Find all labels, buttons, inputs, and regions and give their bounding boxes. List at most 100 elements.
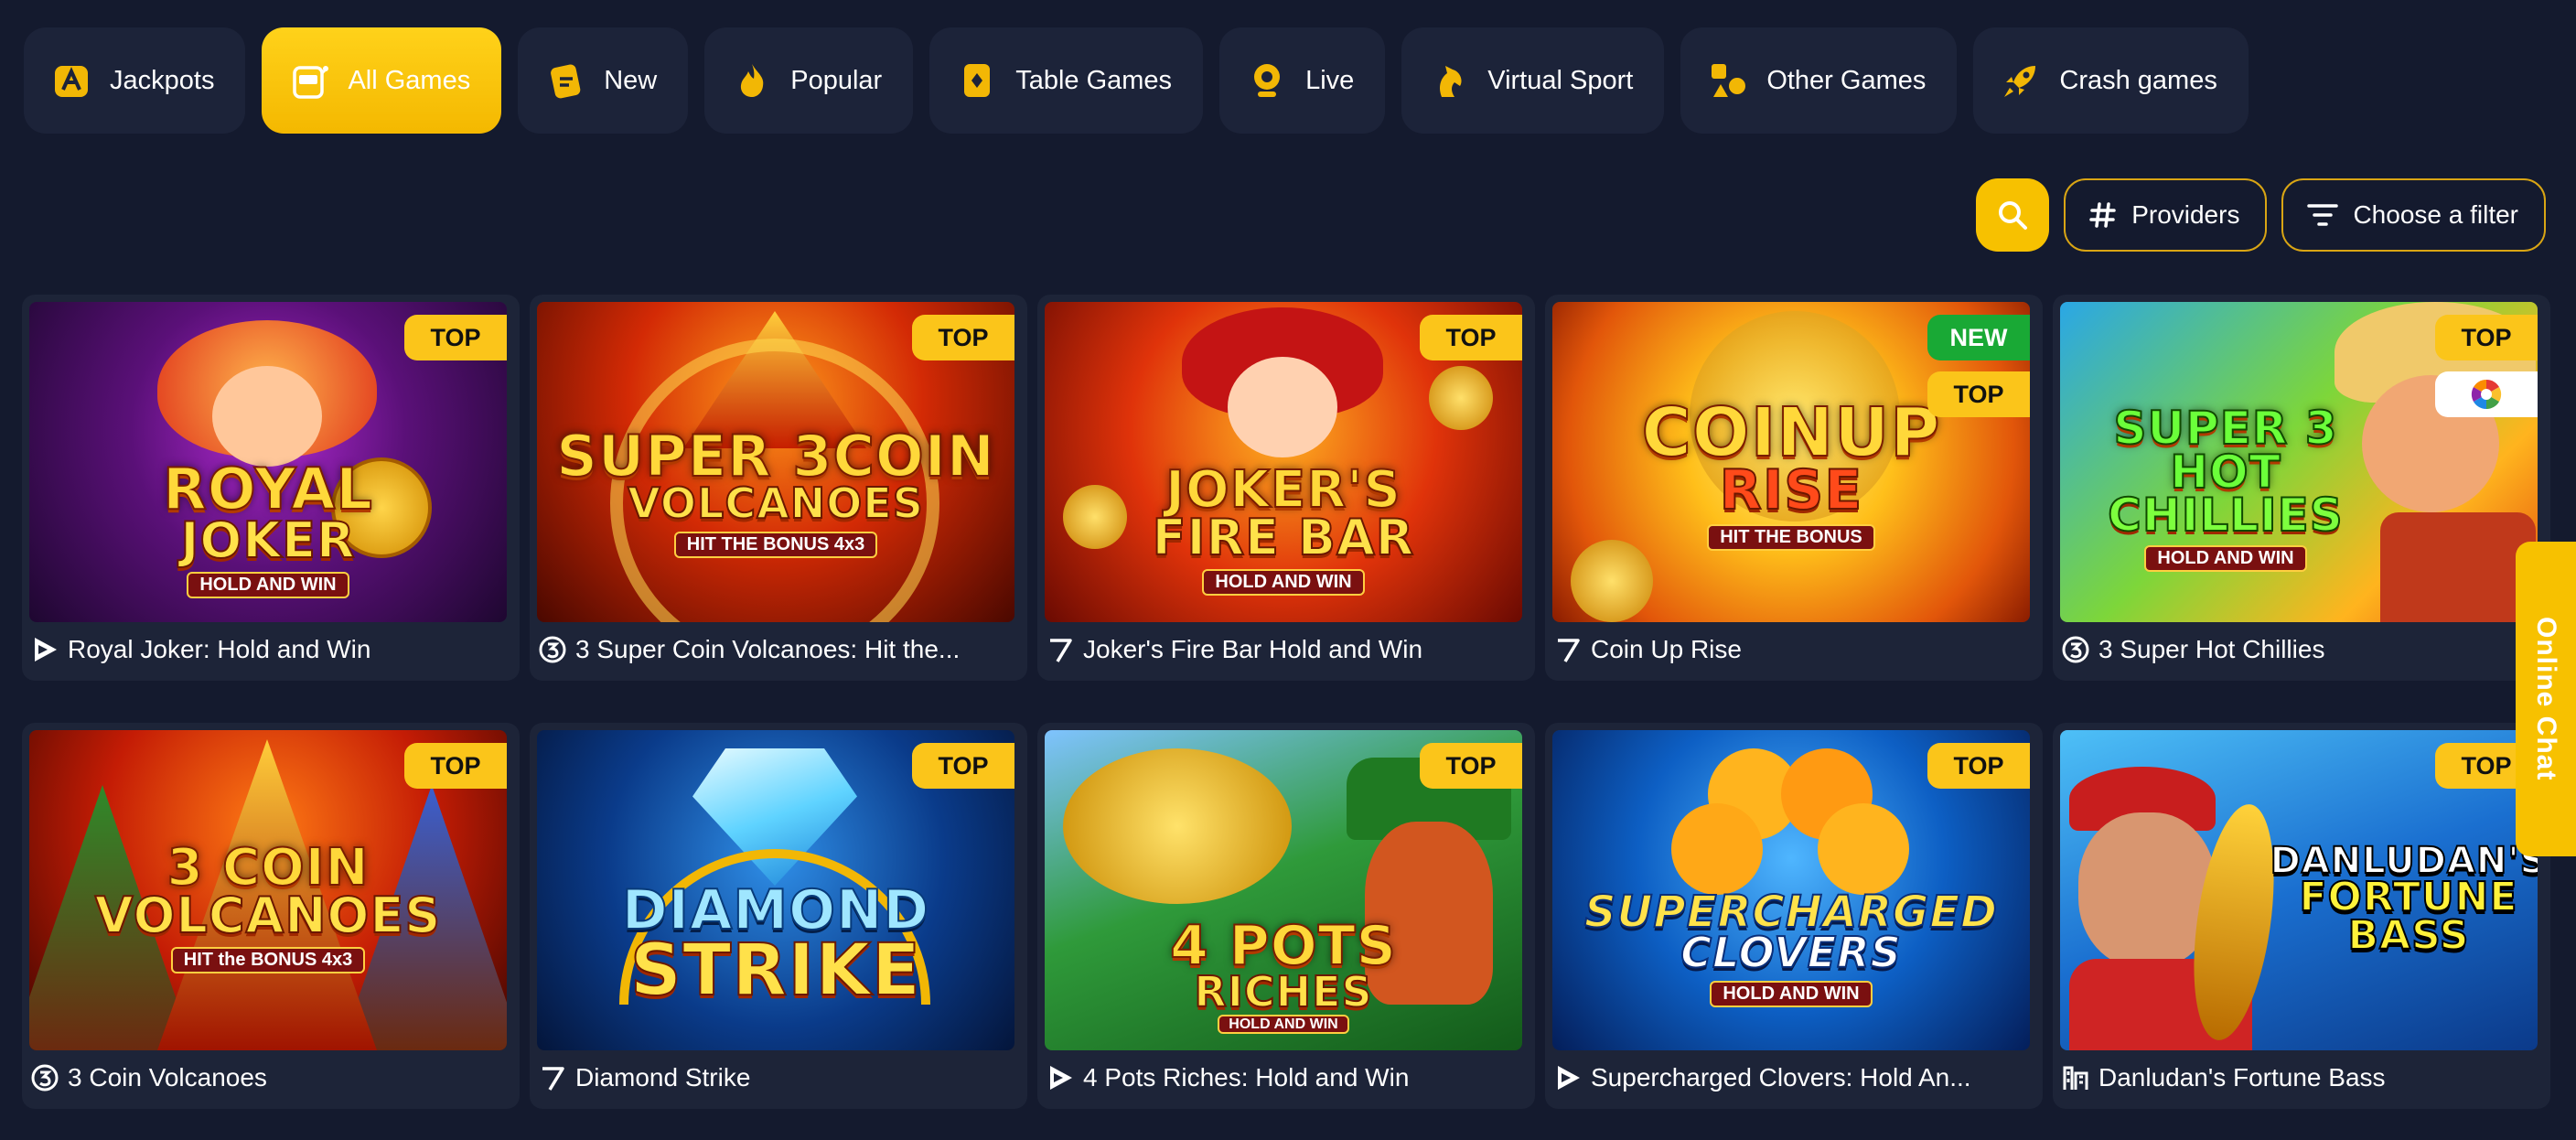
art-title-line1: COINUP — [1640, 393, 1941, 472]
game-card-coin-up-rise[interactable]: COINUP RISE HIT THE BONUS NEW TOP Coin U… — [1545, 295, 2043, 681]
game-card-3-coin-volcanoes[interactable]: 3 COIN VOLCANOES HIT the BONUS 4x3 TOP 3… — [22, 723, 520, 1109]
game-card-royal-joker[interactable]: ROYAL JOKER HOLD AND WIN TOP Royal Joker… — [22, 295, 520, 681]
seven-icon — [1558, 639, 1580, 662]
art-title-line1: 3 COIN — [166, 838, 370, 898]
play-triangle-icon — [1558, 1066, 1580, 1090]
art-title-line1: SUPER 3 HOT — [2112, 402, 2338, 499]
tab-live[interactable]: Live — [1219, 27, 1386, 134]
top-badge: TOP — [912, 315, 1014, 360]
game-title: Royal Joker: Hold and Win — [68, 635, 371, 663]
game-caption: Diamond Strike — [537, 1059, 1020, 1096]
search-button[interactable] — [1976, 178, 2050, 252]
jackpot-icon — [55, 66, 88, 97]
art-title-line2: JOKER — [179, 511, 356, 570]
game-thumbnail: ROYAL JOKER HOLD AND WIN TOP — [29, 302, 507, 622]
game-thumbnail: SUPERCHARGED CLOVERS HOLD AND WIN TOP — [1552, 730, 2030, 1050]
game-card-diamond-strike[interactable]: DIAMOND STRIKE TOP Diamond Strike — [530, 723, 1027, 1109]
tab-crash-games[interactable]: Crash games — [1973, 27, 2249, 134]
game-thumbnail: COINUP RISE HIT THE BONUS NEW TOP — [1552, 302, 2030, 622]
game-thumbnail: DANLUDAN'S FORTUNE BASS TOP — [2060, 730, 2538, 1050]
art-title-line1: SUPER 3COIN — [555, 423, 995, 490]
choose-filter-button[interactable]: Choose a filter — [2281, 178, 2546, 252]
game-title: Diamond Strike — [575, 1063, 751, 1092]
online-chat-button[interactable]: Online Chat — [2516, 542, 2576, 856]
game-caption: Danludan's Fortune Bass — [2060, 1059, 2543, 1096]
new-badge: NEW — [1927, 315, 2030, 360]
tab-label: Live — [1305, 65, 1355, 95]
art-subtitle: HOLD AND WIN — [1710, 981, 1873, 1008]
art-title-line2: VOLCANOES — [627, 479, 924, 529]
art-title-line2: FIRE BAR — [1152, 509, 1415, 567]
search-icon — [1999, 201, 2028, 230]
art-title-line2: RICHES — [1193, 967, 1373, 1017]
art-subtitle: HIT THE BONUS — [1707, 524, 1875, 552]
art-title-line2: STRIKE — [629, 930, 922, 1013]
tab-label: Virtual Sport — [1487, 65, 1634, 95]
tab-new[interactable]: New — [518, 27, 689, 134]
three-circle-icon — [539, 636, 566, 663]
game-card-supercharged-clovers[interactable]: SUPERCHARGED CLOVERS HOLD AND WIN TOP Su… — [1545, 723, 2043, 1109]
horse-icon — [1440, 66, 1462, 97]
play-triangle-icon — [35, 638, 57, 661]
game-card-3-super-hot-chillies[interactable]: SUPER 3 HOT CHILLIES HOLD AND WIN TOP 3 — [2053, 295, 2550, 681]
tab-all-games[interactable]: All Games — [262, 27, 502, 134]
art-title-line2: CLOVERS — [1680, 928, 1902, 978]
seven-icon — [542, 1067, 564, 1091]
game-caption: Joker's Fire Bar Hold and Win — [1045, 631, 1528, 668]
art-title-line2: RISE — [1719, 458, 1863, 523]
game-caption: Royal Joker: Hold and Win — [29, 631, 512, 668]
game-title: 3 Super Hot Chillies — [2098, 635, 2325, 663]
building-icon — [2063, 1066, 2088, 1090]
top-badge: TOP — [404, 315, 507, 360]
tab-jackpots[interactable]: Jackpots — [24, 27, 246, 134]
game-thumbnail: SUPER 3COIN VOLCANOES HIT THE BONUS 4x3 … — [537, 302, 1014, 622]
top-badge: TOP — [1927, 743, 2030, 789]
tab-other-games[interactable]: Other Games — [1680, 27, 1958, 134]
game-card-3-super-coin-volcanoes[interactable]: SUPER 3COIN VOLCANOES HIT THE BONUS 4x3 … — [530, 295, 1027, 681]
tab-label: Jackpots — [110, 65, 215, 95]
play-triangle-icon — [1050, 1066, 1072, 1090]
game-title: Danludan's Fortune Bass — [2098, 1063, 2386, 1092]
filter-toolbar: Providers Choose a filter — [1976, 178, 2546, 252]
game-thumbnail: SUPER 3 HOT CHILLIES HOLD AND WIN TOP — [2060, 302, 2538, 622]
game-thumbnail: 4 POTS RICHES HOLD AND WIN TOP — [1045, 730, 1522, 1050]
top-badge: TOP — [1927, 371, 2030, 417]
tab-label: Popular — [790, 65, 883, 95]
game-thumbnail: DIAMOND STRIKE TOP — [537, 730, 1014, 1050]
three-circle-icon — [31, 1064, 59, 1092]
game-card-4-pots-riches[interactable]: 4 POTS RICHES HOLD AND WIN TOP 4 Pots Ri… — [1037, 723, 1535, 1109]
slot-machine-icon — [293, 66, 329, 99]
game-card-jokers-fire-bar[interactable]: JOKER'S FIRE BAR HOLD AND WIN TOP Joker'… — [1037, 295, 1535, 681]
card-icon — [964, 64, 991, 97]
art-subtitle: HOLD AND WIN — [1218, 1014, 1349, 1034]
filter-label: Choose a filter — [2353, 200, 2518, 229]
game-caption: Supercharged Clovers: Hold An... — [1552, 1059, 2035, 1096]
game-caption: Coin Up Rise — [1552, 631, 2035, 668]
art-title-line1: JOKER'S — [1165, 460, 1401, 521]
tab-virtual-sport[interactable]: Virtual Sport — [1401, 27, 1665, 134]
tab-popular[interactable]: Popular — [704, 27, 914, 134]
game-card-danludans-fortune-bass[interactable]: DANLUDAN'S FORTUNE BASS TOP Danludan's F… — [2053, 723, 2550, 1109]
art-subtitle: HOLD AND WIN — [187, 571, 349, 598]
art-title-line1: ROYAL — [162, 456, 373, 523]
game-title: 4 Pots Riches: Hold and Win — [1083, 1063, 1410, 1092]
art-title-line2: VOLCANOES — [94, 887, 442, 945]
game-caption: 3 Coin Volcanoes — [29, 1059, 512, 1096]
providers-button[interactable]: Providers — [2064, 178, 2268, 252]
game-caption: 3 Super Hot Chillies — [2060, 631, 2543, 668]
game-title: Coin Up Rise — [1591, 635, 1742, 663]
rocket-icon — [2004, 66, 2036, 97]
tab-table-games[interactable]: Table Games — [929, 27, 1204, 134]
game-caption: 3 Super Coin Volcanoes: Hit the... — [537, 631, 1020, 668]
top-badge: TOP — [912, 743, 1014, 789]
webcam-icon — [1254, 64, 1281, 97]
seven-icon — [1050, 639, 1072, 662]
flame-icon — [741, 64, 764, 97]
providers-label: Providers — [2131, 200, 2240, 229]
top-badge: TOP — [1420, 315, 1522, 360]
game-title: Joker's Fire Bar Hold and Win — [1083, 635, 1423, 663]
tab-label: Crash games — [2059, 65, 2217, 95]
game-caption: 4 Pots Riches: Hold and Win — [1045, 1059, 1528, 1096]
art-subtitle: HOLD AND WIN — [2144, 544, 2307, 572]
tab-label: New — [604, 65, 658, 95]
